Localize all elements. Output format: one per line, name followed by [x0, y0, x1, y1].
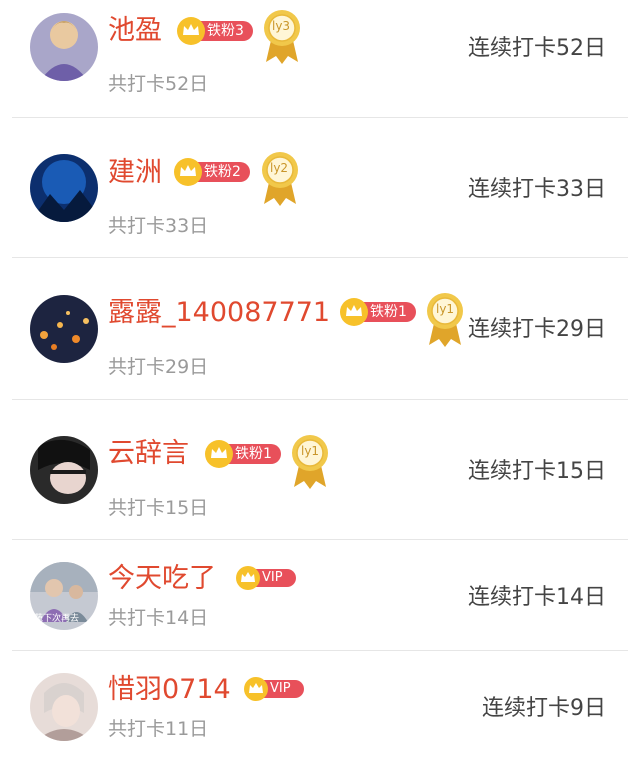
vip-label: VIP	[262, 570, 283, 585]
total-checkins: 共打卡14日	[108, 607, 209, 629]
medal-level: ly3	[272, 19, 291, 33]
list-item[interactable]: 云辞言 铁粉1 ly1 共打卡15日 连续打卡15日	[0, 400, 640, 540]
total-checkins: 共打卡29日	[108, 356, 209, 378]
list-item[interactable]: 露露_140087771 铁粉1 ly1 共打卡29日 连续打卡29日	[0, 258, 640, 400]
medal-level: ly1	[436, 302, 455, 316]
fan-badge-label: 铁粉1	[370, 304, 407, 320]
username[interactable]: 池盈	[108, 15, 162, 47]
medal-icon	[264, 10, 300, 64]
avatar[interactable]	[30, 673, 98, 741]
streak-text: 连续打卡9日	[482, 696, 606, 721]
streak-text: 连续打卡14日	[468, 585, 606, 610]
total-checkins: 共打卡15日	[108, 497, 209, 519]
fan-badge-label: 铁粉3	[207, 23, 244, 39]
fan-badge-label: 铁粉1	[235, 446, 272, 462]
medal-icon	[292, 435, 328, 489]
avatar[interactable]	[30, 436, 98, 504]
medal-icon	[427, 293, 463, 347]
total-checkins: 共打卡11日	[108, 718, 209, 740]
fan-badge-label: 铁粉2	[204, 164, 241, 180]
username[interactable]: 惜羽0714	[108, 674, 231, 706]
streak-text: 连续打卡33日	[468, 177, 606, 202]
total-checkins: 共打卡33日	[108, 215, 209, 237]
list-item[interactable]: 惜羽0714 VIP 共打卡11日 连续打卡9日	[0, 651, 640, 763]
avatar[interactable]	[30, 13, 98, 81]
avatar[interactable]	[30, 295, 98, 363]
username[interactable]: 今天吃了	[108, 563, 216, 595]
medal-level: ly2	[270, 161, 289, 175]
vip-label: VIP	[270, 681, 291, 696]
medal-icon	[262, 152, 298, 206]
total-checkins: 共打卡52日	[108, 73, 209, 95]
avatar[interactable]	[30, 154, 98, 222]
medal-level: ly1	[301, 444, 320, 458]
username[interactable]: 露露_140087771	[108, 297, 330, 329]
username[interactable]: 建洲	[108, 157, 162, 189]
streak-text: 连续打卡52日	[468, 36, 606, 61]
list-item[interactable]: 池盈 铁粉3 ly3 共打卡52日 连续打卡52日	[0, 0, 640, 118]
list-item[interactable]: 建洲 铁粉2 ly2 共打卡33日 连续打卡33日	[0, 118, 640, 258]
streak-text: 连续打卡15日	[468, 459, 606, 484]
streak-text: 连续打卡29日	[468, 317, 606, 342]
list-item[interactable]: 蔬下次再去 今天吃了 VIP 共打卡14日 连续打卡14日	[0, 540, 640, 651]
username[interactable]: 云辞言	[108, 438, 189, 470]
avatar-caption: 蔬下次再去	[34, 614, 80, 624]
